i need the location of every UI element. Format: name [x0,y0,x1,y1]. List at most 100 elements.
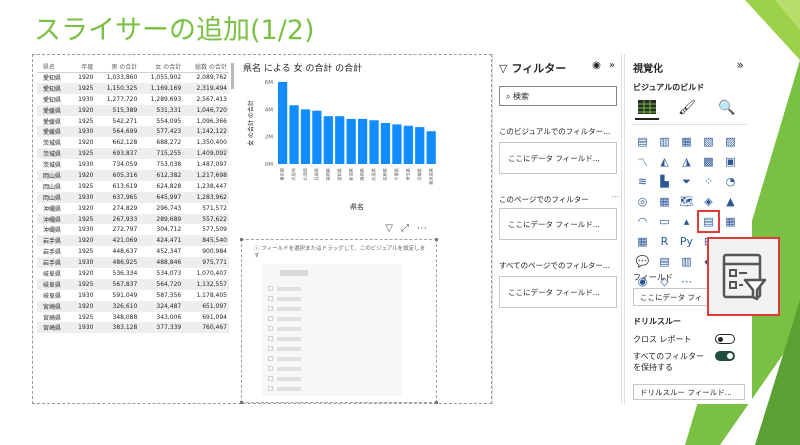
treemap-icon[interactable]: ▦ [655,192,674,211]
table-row[interactable]: 岡山県 1920 605,316 612,382 1,217,698 [37,170,229,181]
table-row[interactable]: 宮崎県 1930 383,128 377,339 760,467 [37,322,229,334]
table-row[interactable]: 愛知県 1920 1,033,860 1,055,902 2,089,762 [37,72,229,83]
stacked-area-icon[interactable]: ◮ [677,152,696,171]
table-row[interactable]: 宮崎県 1920 326,610 324,487 651,097 [37,300,229,312]
card-icon[interactable]: ▭ [655,212,674,231]
clustered-column-icon[interactable]: ▧ [699,132,718,151]
filter-icon[interactable]: ▽ [385,223,393,234]
table-row[interactable]: 沖縄県 1925 267,933 289,689 557,622 [37,213,229,225]
table-cell: 岐阜県 [43,292,62,300]
table-row[interactable]: 茨城県 1930 734,059 753,038 1,487,097 [37,159,229,170]
report-canvas[interactable]: 県名 年度男 の合計女 の合計 総数 の合計 愛知県 1920 1,033,860 1,0… [32,54,492,404]
100-column-icon[interactable]: ▨ [721,132,740,151]
more-options-icon[interactable]: ⋯ [417,223,427,234]
cross-report-toggle[interactable] [715,334,735,344]
table-icon[interactable]: ▦ [721,212,740,231]
table-row[interactable]: 岡山県 1925 613,619 624,828 1,238,447 [37,181,229,192]
table-header-cell[interactable]: 県名 [37,61,73,73]
x-axis-label: 県名 [350,202,364,211]
table-visual[interactable]: 県名 年度男 の合計女 の合計 総数 の合計 愛知県 1920 1,033,860 1,0… [37,61,229,334]
matrix-icon[interactable]: ▦ [633,232,652,251]
table-row[interactable]: 愛媛県 1920 515,389 531,331 1,046,720 [37,104,229,116]
keep-filters-toggle[interactable] [715,351,735,361]
table-row[interactable]: 愛媛県 1925 542,271 554,095 1,096,366 [37,116,229,127]
table-cell: 1920 [78,139,94,147]
resize-handle[interactable] [435,238,438,241]
table-row[interactable]: 宮崎県 1925 348,088 343,006 691,094 [37,312,229,323]
table-row[interactable]: 岩手県 1925 448,637 452,347 900,984 [37,246,229,257]
table-header-cell[interactable]: 総数 の合計 [183,61,229,73]
table-row[interactable]: 愛知県 1930 1,277,720 1,289,693 2,567,413 [37,94,229,105]
slicer-icon[interactable]: ▤ [697,210,720,233]
analytics-tab[interactable]: 🔍 [715,96,739,120]
table-row[interactable]: 岩手県 1920 421,069 424,471 845,540 [37,235,229,247]
line-column-icon[interactable]: ▩ [699,152,718,171]
table-row[interactable]: 岩手県 1930 486,925 488,846 975,771 [37,257,229,269]
gauge-icon[interactable]: ◠ [633,212,652,231]
table-header-cell[interactable]: 年度 [72,61,96,73]
collapse-icon[interactable]: » [737,58,744,72]
r-visual-icon[interactable]: R [655,232,674,251]
collapse-icon[interactable]: » [609,60,615,71]
table-cell: 1,283,962 [183,191,229,203]
table-row[interactable]: 岐阜県 1925 567,837 564,720 1,132,557 [37,278,229,290]
clustered-bar-icon[interactable]: ▥ [655,132,674,151]
table-row[interactable]: 茨城県 1925 693,837 715,255 1,409,092 [37,148,229,160]
all-pages-filters-drop[interactable]: ここにデータ フィールド... [499,276,617,308]
donut-icon[interactable]: ◎ [633,192,652,211]
resize-handle[interactable] [240,238,243,241]
bar-chart-visual[interactable]: 県名 による 女 の合計 の合計 0M 2M 4M 6M 東京都 大阪府 北海道 兵庫県 福岡県… [243,61,443,211]
paginated-icon[interactable]: ▥ [677,252,696,271]
area-chart-icon[interactable]: ◭ [655,152,674,171]
build-visual-tab[interactable] [635,96,659,120]
waterfall-icon[interactable]: ▙ [655,172,674,191]
viz-tabs: 🖌 🔍 [635,96,739,120]
qa-icon[interactable]: 💬 [633,252,652,271]
table-header-cell[interactable]: 男 の合計 [95,61,140,73]
focus-mode-icon[interactable]: ⤢ [401,223,409,234]
page-filters-drop[interactable]: ここにデータ フィールド... [499,208,617,240]
line-clustered-icon[interactable]: ▣ [721,152,740,171]
table-row[interactable]: 岡山県 1930 637,965 645,997 1,283,962 [37,191,229,203]
table-row[interactable]: 岐阜県 1920 536,334 534,073 1,070,407 [37,268,229,279]
python-icon[interactable]: Py [677,232,696,251]
filled-map-icon[interactable]: ◈ [699,192,718,211]
placeholder-text [277,286,301,291]
stacked-bar-icon[interactable]: ▤ [633,132,652,151]
resize-handle[interactable] [435,401,438,404]
table-row[interactable]: 沖縄県 1930 272,797 304,712 577,509 [37,224,229,235]
table-scrollbar[interactable] [231,63,234,89]
filter-search-input[interactable]: ⌕ 検索 [499,86,617,106]
table-row[interactable]: 愛媛県 1930 564,699 577,423 1,142,122 [37,126,229,138]
table-cell: 645,997 [139,191,184,203]
table-row[interactable]: 愛知県 1925 1,150,325 1,169,169 2,319,494 [37,82,229,94]
more-options-icon[interactable]: ⋯ [612,192,620,201]
scatter-icon[interactable]: ⁘ [699,172,718,191]
resize-handle[interactable] [240,401,243,404]
table-cell: 1,142,122 [183,126,229,138]
format-visual-tab[interactable]: 🖌 [675,96,699,120]
table-cell: 愛知県 [37,82,73,94]
funnel-icon[interactable]: ⏷ [677,172,696,191]
narrative-icon[interactable]: ▤ [655,252,674,271]
filter-pane-controls: ◉ » [592,60,615,71]
eye-icon[interactable]: ◉ [592,60,601,71]
table-header-cell[interactable]: 女 の合計 [139,61,184,73]
table-cell: 1920 [72,104,96,116]
table-row[interactable]: 沖縄県 1920 274,829 296,743 571,572 [37,203,229,214]
stacked-column-icon[interactable]: ▦ [677,132,696,151]
drillthrough-drop[interactable]: ドリルスルー フィールド... [633,384,745,400]
visual-filters-drop[interactable]: ここにデータ フィールド... [499,142,617,174]
table-cell: 愛知県 [43,75,62,83]
table-row[interactable]: 茨城県 1920 662,128 688,272 1,350,400 [37,137,229,148]
map-icon[interactable]: 🗺 [677,192,696,211]
table-row[interactable]: 岐阜県 1930 591,049 587,356 1,178,405 [37,290,229,301]
pie-chart-icon[interactable]: ◔ [721,172,740,191]
table-cell: 587,356 [156,291,182,299]
table-cell: 1920 [72,235,96,247]
line-chart-icon[interactable]: 〽 [633,152,652,171]
kpi-icon[interactable]: ▴ [677,212,696,231]
azure-map-icon[interactable]: ▲ [721,192,740,211]
empty-slicer-visual[interactable]: ⓘ フィールドを選択またはドラッグして、このビジュアルを設定しま す [240,238,438,404]
ribbon-icon[interactable]: ≋ [633,172,652,191]
